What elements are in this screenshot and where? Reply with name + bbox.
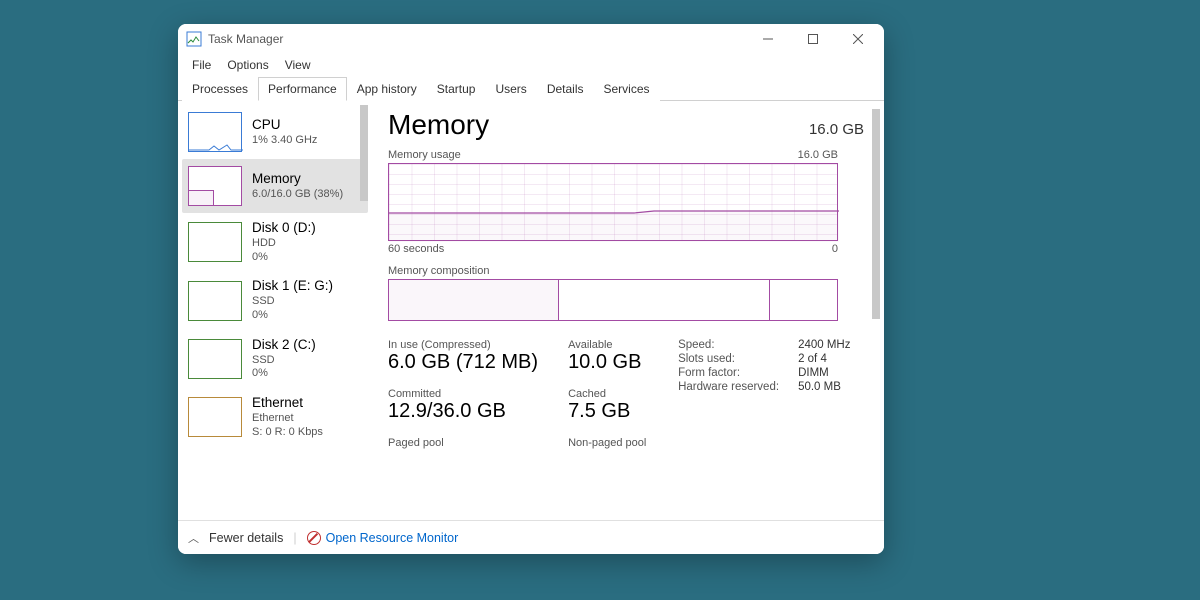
separator: |: [293, 531, 296, 545]
maximize-button[interactable]: [790, 24, 835, 54]
tab-bar: Processes Performance App history Startu…: [178, 76, 884, 101]
tab-processes[interactable]: Processes: [182, 77, 258, 101]
chevron-up-icon[interactable]: ︿: [188, 530, 199, 546]
sidebar-memory-sub: 6.0/16.0 GB (38%): [252, 188, 343, 202]
sidebar-item-memory[interactable]: Memory 6.0/16.0 GB (38%): [182, 159, 368, 213]
sidebar-memory-title: Memory: [252, 171, 343, 188]
speed-key: Speed:: [678, 339, 798, 351]
disk-thumb-icon: [188, 222, 242, 262]
sidebar-disk0-pct: 0%: [252, 251, 316, 265]
usage-label: Memory usage: [388, 149, 461, 161]
disk-thumb-icon: [188, 281, 242, 321]
tab-services[interactable]: Services: [594, 77, 660, 101]
speed-val: 2400 MHz: [798, 339, 850, 351]
resource-monitor-label: Open Resource Monitor: [326, 531, 459, 545]
sidebar-eth-rate: S: 0 R: 0 Kbps: [252, 426, 323, 440]
in-use-value: 6.0 GB (712 MB): [388, 351, 538, 374]
memory-composition-bar: [388, 279, 838, 321]
titlebar: Task Manager: [178, 24, 884, 54]
comp-seg-standby: [559, 280, 770, 320]
tab-startup[interactable]: Startup: [427, 77, 486, 101]
menu-view[interactable]: View: [277, 56, 319, 74]
form-val: DIMM: [798, 367, 829, 379]
content-area: CPU 1% 3.40 GHz Memory 6.0/16.0 GB (38%)…: [178, 101, 884, 520]
memory-specs: Speed:2400 MHz Slots used:2 of 4 Form fa…: [678, 339, 850, 449]
sidebar-item-ethernet[interactable]: Ethernet Ethernet S: 0 R: 0 Kbps: [182, 388, 368, 446]
committed-label: Committed: [388, 388, 538, 400]
comp-seg-inuse: [389, 280, 559, 320]
task-manager-window: Task Manager File Options View Processes…: [178, 24, 884, 554]
sidebar-item-cpu[interactable]: CPU 1% 3.40 GHz: [182, 105, 368, 159]
sidebar-disk0-title: Disk 0 (D:): [252, 220, 316, 237]
sidebar-scrollbar[interactable]: [360, 105, 368, 201]
main-scrollbar[interactable]: [872, 109, 880, 319]
menu-options[interactable]: Options: [219, 56, 276, 74]
menubar: File Options View: [178, 54, 884, 76]
sidebar-item-disk0[interactable]: Disk 0 (D:) HDD 0%: [182, 213, 368, 271]
tab-users[interactable]: Users: [485, 77, 536, 101]
sidebar-item-disk2[interactable]: Disk 2 (C:) SSD 0%: [182, 330, 368, 388]
sidebar-eth-title: Ethernet: [252, 395, 323, 412]
close-button[interactable]: [835, 24, 880, 54]
axis-right: 0: [832, 243, 838, 255]
window-controls: [745, 24, 880, 54]
tab-details[interactable]: Details: [537, 77, 594, 101]
sidebar-cpu-sub: 1% 3.40 GHz: [252, 134, 317, 148]
sidebar-disk2-pct: 0%: [252, 367, 316, 381]
resource-monitor-icon: [307, 531, 321, 545]
cpu-thumb-icon: [188, 112, 242, 152]
sidebar-disk1-sub: SSD: [252, 295, 333, 309]
menu-file[interactable]: File: [184, 56, 219, 74]
main-panel: Memory 16.0 GB Memory usage 16.0 GB 60 s…: [368, 101, 884, 520]
disk-thumb-icon: [188, 339, 242, 379]
sidebar-disk0-sub: HDD: [252, 237, 316, 251]
hw-val: 50.0 MB: [798, 381, 841, 393]
open-resource-monitor-link[interactable]: Open Resource Monitor: [307, 531, 459, 545]
slots-key: Slots used:: [678, 353, 798, 365]
sidebar-disk2-title: Disk 2 (C:): [252, 337, 316, 354]
total-memory: 16.0 GB: [809, 121, 864, 138]
composition-label: Memory composition: [388, 265, 864, 277]
in-use-label: In use (Compressed): [388, 339, 538, 351]
nonpaged-label: Non-paged pool: [568, 437, 648, 449]
page-title: Memory: [388, 109, 489, 141]
window-title: Task Manager: [208, 32, 283, 46]
paged-label: Paged pool: [388, 437, 538, 449]
sidebar-disk1-title: Disk 1 (E: G:): [252, 278, 333, 295]
minimize-button[interactable]: [745, 24, 790, 54]
fewer-details-link[interactable]: Fewer details: [209, 531, 283, 545]
sidebar-disk2-sub: SSD: [252, 354, 316, 368]
axis-left: 60 seconds: [388, 243, 444, 255]
cached-label: Cached: [568, 388, 648, 400]
usage-max: 16.0 GB: [798, 149, 838, 161]
ethernet-thumb-icon: [188, 397, 242, 437]
tab-performance[interactable]: Performance: [258, 77, 347, 101]
sidebar-disk1-pct: 0%: [252, 309, 333, 323]
available-value: 10.0 GB: [568, 351, 648, 374]
committed-value: 12.9/36.0 GB: [388, 400, 538, 423]
sidebar-eth-sub: Ethernet: [252, 412, 323, 426]
perf-sidebar: CPU 1% 3.40 GHz Memory 6.0/16.0 GB (38%)…: [178, 101, 368, 520]
comp-seg-free: [770, 280, 837, 320]
hw-key: Hardware reserved:: [678, 381, 798, 393]
sidebar-item-disk1[interactable]: Disk 1 (E: G:) SSD 0%: [182, 271, 368, 329]
tab-app-history[interactable]: App history: [347, 77, 427, 101]
slots-val: 2 of 4: [798, 353, 827, 365]
footer: ︿ Fewer details | Open Resource Monitor: [178, 520, 884, 554]
form-key: Form factor:: [678, 367, 798, 379]
app-icon: [186, 31, 202, 47]
memory-stats: In use (Compressed) 6.0 GB (712 MB) Comm…: [388, 339, 864, 449]
available-label: Available: [568, 339, 648, 351]
sidebar-cpu-title: CPU: [252, 117, 317, 134]
memory-usage-graph: [388, 163, 838, 241]
cached-value: 7.5 GB: [568, 400, 648, 423]
memory-thumb-icon: [188, 166, 242, 206]
